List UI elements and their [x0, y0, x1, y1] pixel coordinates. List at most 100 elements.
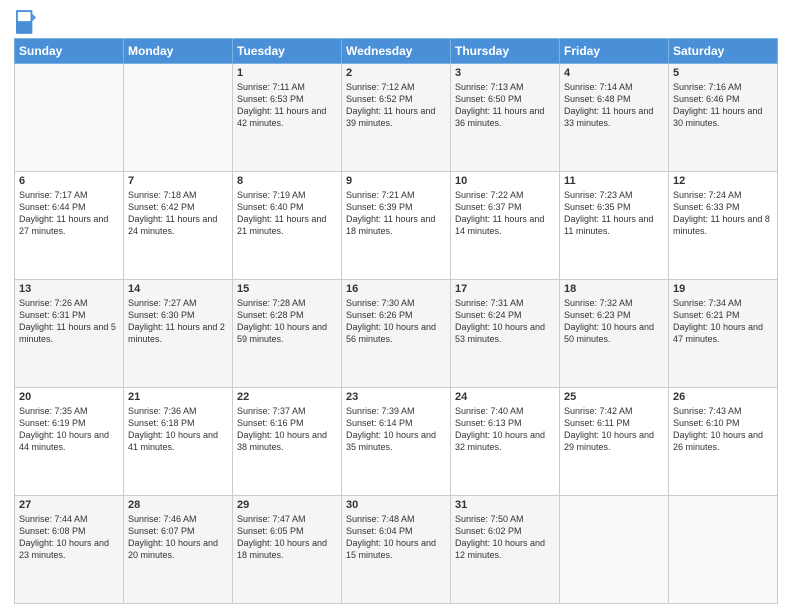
day-number: 30 — [346, 499, 446, 511]
day-info: Sunrise: 7:50 AM Sunset: 6:02 PM Dayligh… — [455, 513, 555, 562]
header — [14, 10, 778, 34]
calendar-cell: 17 Sunrise: 7:31 AM Sunset: 6:24 PM Dayli… — [451, 280, 560, 388]
day-number: 10 — [455, 175, 555, 187]
day-number: 22 — [237, 391, 337, 403]
calendar-cell: 25Sunrise: 7:42 AM Sunset: 6:11 PM Dayli… — [560, 388, 669, 496]
day-number: 13 — [19, 283, 119, 295]
day-info: Sunrise: 7:34 AM Sunset: 6:21 PM Dayligh… — [673, 297, 773, 346]
day-info: Sunrise: 7:23 AM Sunset: 6:35 PM Dayligh… — [564, 189, 664, 238]
calendar-cell: 24Sunrise: 7:40 AM Sunset: 6:13 PM Dayli… — [451, 388, 560, 496]
day-number: 31 — [455, 499, 555, 511]
day-number: 24 — [455, 391, 555, 403]
calendar-cell: 20 Sunrise: 7:35 AM Sunset: 6:19 PM Dayli… — [15, 388, 124, 496]
day-number: 25 — [564, 391, 664, 403]
day-number: 23 — [346, 391, 446, 403]
calendar-cell: 15Sunrise: 7:28 AM Sunset: 6:28 PM Dayli… — [233, 280, 342, 388]
day-info: Sunrise: 7:47 AM Sunset: 6:05 PM Dayligh… — [237, 513, 337, 562]
day-info: Sunrise: 7:22 AM Sunset: 6:37 PM Dayligh… — [455, 189, 555, 238]
day-info: Sunrise: 7:11 AM Sunset: 6:53 PM Dayligh… — [237, 81, 337, 130]
day-number: 11 — [564, 175, 664, 187]
day-info: Sunrise: 7:12 AM Sunset: 6:52 PM Dayligh… — [346, 81, 446, 130]
day-number: 18 — [564, 283, 664, 295]
calendar-cell: 16 Sunrise: 7:30 AM Sunset: 6:26 PM Dayli… — [342, 280, 451, 388]
day-info: Sunrise: 7:32 AM Sunset: 6:23 PM Dayligh… — [564, 297, 664, 346]
day-number: 12 — [673, 175, 773, 187]
day-number: 26 — [673, 391, 773, 403]
calendar-cell: 1Sunrise: 7:11 AM Sunset: 6:53 PM Daylig… — [233, 64, 342, 172]
calendar-cell: 6 Sunrise: 7:17 AM Sunset: 6:44 PM Daylig… — [15, 172, 124, 280]
day-number: 29 — [237, 499, 337, 511]
day-header-wednesday: Wednesday — [342, 39, 451, 64]
day-info: Sunrise: 7:26 AM Sunset: 6:31 PM Dayligh… — [19, 297, 119, 346]
day-info: Sunrise: 7:43 AM Sunset: 6:10 PM Dayligh… — [673, 405, 773, 454]
calendar-cell: 30Sunrise: 7:48 AM Sunset: 6:04 PM Dayli… — [342, 496, 451, 604]
day-number: 9 — [346, 175, 446, 187]
day-number: 5 — [673, 67, 773, 79]
day-info: Sunrise: 7:24 AM Sunset: 6:33 PM Dayligh… — [673, 189, 773, 238]
day-header-monday: Monday — [124, 39, 233, 64]
day-header-saturday: Saturday — [669, 39, 778, 64]
day-number: 19 — [673, 283, 773, 295]
calendar-cell: 8Sunrise: 7:19 AM Sunset: 6:40 PM Daylig… — [233, 172, 342, 280]
day-header-sunday: Sunday — [15, 39, 124, 64]
day-number: 4 — [564, 67, 664, 79]
calendar-cell: 13 Sunrise: 7:26 AM Sunset: 6:31 PM Dayli… — [15, 280, 124, 388]
day-number: 27 — [19, 499, 119, 511]
calendar-cell: 29 Sunrise: 7:47 AM Sunset: 6:05 PM Dayli… — [233, 496, 342, 604]
calendar-cell: 31 Sunrise: 7:50 AM Sunset: 6:02 PM Dayli… — [451, 496, 560, 604]
day-info: Sunrise: 7:31 AM Sunset: 6:24 PM Dayligh… — [455, 297, 555, 346]
calendar-cell — [15, 64, 124, 172]
day-info: Sunrise: 7:46 AM Sunset: 6:07 PM Dayligh… — [128, 513, 228, 562]
calendar-cell: 10 Sunrise: 7:22 AM Sunset: 6:37 PM Dayli… — [451, 172, 560, 280]
page: SundayMondayTuesdayWednesdayThursdayFrid… — [0, 0, 792, 612]
day-info: Sunrise: 7:17 AM Sunset: 6:44 PM Dayligh… — [19, 189, 119, 238]
logo-icon — [16, 10, 36, 34]
calendar-cell — [669, 496, 778, 604]
calendar-cell: 23 Sunrise: 7:39 AM Sunset: 6:14 PM Dayli… — [342, 388, 451, 496]
day-info: Sunrise: 7:16 AM Sunset: 6:46 PM Dayligh… — [673, 81, 773, 130]
week-row-4: 20 Sunrise: 7:35 AM Sunset: 6:19 PM Dayli… — [15, 388, 778, 496]
week-row-1: 1Sunrise: 7:11 AM Sunset: 6:53 PM Daylig… — [15, 64, 778, 172]
day-number: 20 — [19, 391, 119, 403]
calendar-cell: 7Sunrise: 7:18 AM Sunset: 6:42 PM Daylig… — [124, 172, 233, 280]
calendar: SundayMondayTuesdayWednesdayThursdayFrid… — [14, 38, 778, 604]
day-info: Sunrise: 7:30 AM Sunset: 6:26 PM Dayligh… — [346, 297, 446, 346]
calendar-cell: 9 Sunrise: 7:21 AM Sunset: 6:39 PM Daylig… — [342, 172, 451, 280]
calendar-cell — [124, 64, 233, 172]
calendar-cell: 3Sunrise: 7:13 AM Sunset: 6:50 PM Daylig… — [451, 64, 560, 172]
calendar-cell: 19 Sunrise: 7:34 AM Sunset: 6:21 PM Dayli… — [669, 280, 778, 388]
calendar-cell: 28 Sunrise: 7:46 AM Sunset: 6:07 PM Dayli… — [124, 496, 233, 604]
day-number: 2 — [346, 67, 446, 79]
calendar-cell: 5 Sunrise: 7:16 AM Sunset: 6:46 PM Daylig… — [669, 64, 778, 172]
day-number: 7 — [128, 175, 228, 187]
calendar-cell: 4 Sunrise: 7:14 AM Sunset: 6:48 PM Daylig… — [560, 64, 669, 172]
calendar-cell: 27Sunrise: 7:44 AM Sunset: 6:08 PM Dayli… — [15, 496, 124, 604]
day-header-friday: Friday — [560, 39, 669, 64]
day-header-tuesday: Tuesday — [233, 39, 342, 64]
day-number: 6 — [19, 175, 119, 187]
days-row: SundayMondayTuesdayWednesdayThursdayFrid… — [15, 39, 778, 64]
day-header-thursday: Thursday — [451, 39, 560, 64]
day-info: Sunrise: 7:36 AM Sunset: 6:18 PM Dayligh… — [128, 405, 228, 454]
day-number: 16 — [346, 283, 446, 295]
day-info: Sunrise: 7:39 AM Sunset: 6:14 PM Dayligh… — [346, 405, 446, 454]
day-info: Sunrise: 7:37 AM Sunset: 6:16 PM Dayligh… — [237, 405, 337, 454]
day-info: Sunrise: 7:21 AM Sunset: 6:39 PM Dayligh… — [346, 189, 446, 238]
calendar-body: 1Sunrise: 7:11 AM Sunset: 6:53 PM Daylig… — [15, 64, 778, 604]
day-info: Sunrise: 7:14 AM Sunset: 6:48 PM Dayligh… — [564, 81, 664, 130]
day-info: Sunrise: 7:27 AM Sunset: 6:30 PM Dayligh… — [128, 297, 228, 346]
day-number: 8 — [237, 175, 337, 187]
day-number: 14 — [128, 283, 228, 295]
calendar-cell: 12 Sunrise: 7:24 AM Sunset: 6:33 PM Dayli… — [669, 172, 778, 280]
calendar-cell: 26 Sunrise: 7:43 AM Sunset: 6:10 PM Dayli… — [669, 388, 778, 496]
day-number: 15 — [237, 283, 337, 295]
calendar-cell: 18 Sunrise: 7:32 AM Sunset: 6:23 PM Dayli… — [560, 280, 669, 388]
week-row-3: 13 Sunrise: 7:26 AM Sunset: 6:31 PM Dayli… — [15, 280, 778, 388]
week-row-2: 6 Sunrise: 7:17 AM Sunset: 6:44 PM Daylig… — [15, 172, 778, 280]
calendar-cell: 21Sunrise: 7:36 AM Sunset: 6:18 PM Dayli… — [124, 388, 233, 496]
day-info: Sunrise: 7:35 AM Sunset: 6:19 PM Dayligh… — [19, 405, 119, 454]
calendar-cell: 2 Sunrise: 7:12 AM Sunset: 6:52 PM Daylig… — [342, 64, 451, 172]
day-number: 28 — [128, 499, 228, 511]
week-row-5: 27Sunrise: 7:44 AM Sunset: 6:08 PM Dayli… — [15, 496, 778, 604]
day-number: 17 — [455, 283, 555, 295]
